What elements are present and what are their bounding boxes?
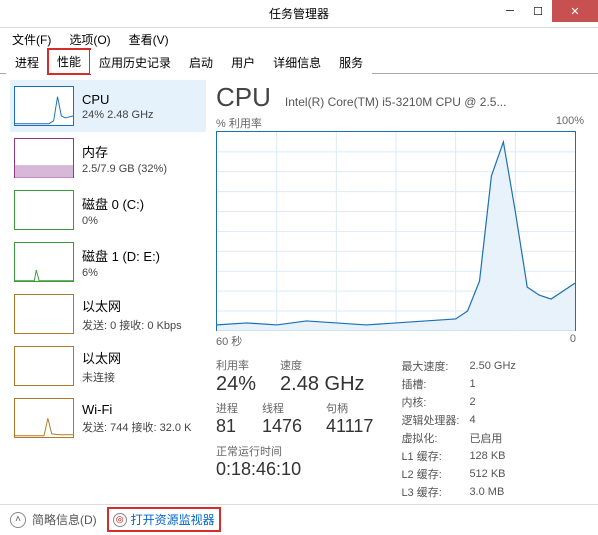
sidebar-item-sub: 2.5/7.9 GB (32%) [82, 163, 167, 175]
chart-xleft: 60 秒 [216, 333, 242, 349]
stat-uptime: 正常运行时间 0:18:46:10 [216, 443, 373, 480]
menu-file[interactable]: 文件(F) [4, 29, 59, 50]
close-button[interactable]: ✕ [552, 0, 598, 22]
sidebar-item-label: 磁盘 0 (C:) [82, 194, 144, 213]
sidebar-item-cpu[interactable]: CPU 24% 2.48 GHz [10, 80, 206, 132]
cpu-heading: CPU [216, 82, 271, 113]
disk-thumb-icon [14, 242, 74, 282]
tab-processes[interactable]: 进程 [6, 50, 48, 74]
tab-users[interactable]: 用户 [222, 50, 264, 74]
sidebar-item-label: 磁盘 1 (D: E:) [82, 246, 160, 265]
cpu-chart [216, 131, 576, 331]
sidebar-item-label: 以太网 [82, 296, 182, 315]
sidebar-item-sub: 0% [82, 215, 144, 227]
resource-monitor-icon: ◎ [113, 513, 127, 527]
tab-details[interactable]: 详细信息 [264, 50, 330, 74]
ethernet-thumb-icon [14, 346, 74, 386]
sidebar-item-ethernet0[interactable]: 以太网 发送: 0 接收: 0 Kbps [10, 288, 206, 340]
cpu-model: Intel(R) Core(TM) i5-3210M CPU @ 2.5... [285, 95, 584, 109]
sidebar-item-memory[interactable]: 内存 2.5/7.9 GB (32%) [10, 132, 206, 184]
sidebar-item-wifi[interactable]: Wi-Fi 发送: 744 接收: 32.0 K [10, 392, 206, 444]
stat-handles: 句柄 41117 [326, 400, 373, 437]
sidebar-item-label: 以太网 [82, 348, 121, 367]
stat-processes: 进程 81 [216, 400, 238, 437]
sidebar-item-label: Wi-Fi [82, 402, 191, 417]
sidebar-item-disk0[interactable]: 磁盘 0 (C:) 0% [10, 184, 206, 236]
sidebar-item-sub: 未连接 [82, 369, 121, 385]
chevron-up-icon: ˄ [10, 512, 26, 528]
sidebar-item-sub: 发送: 744 接收: 32.0 K [82, 419, 191, 435]
titlebar: 任务管理器 ─ ☐ ✕ [0, 0, 598, 28]
ethernet-thumb-icon [14, 294, 74, 334]
menu-options[interactable]: 选项(O) [61, 29, 118, 50]
tab-app-history[interactable]: 应用历史记录 [90, 50, 180, 74]
sidebar-item-label: CPU [82, 92, 154, 107]
stat-utilization: 利用率 24% [216, 357, 256, 396]
main-panel: CPU Intel(R) Core(TM) i5-3210M CPU @ 2.5… [210, 74, 598, 504]
sidebar-item-label: 内存 [82, 142, 167, 161]
sidebar-item-sub: 6% [82, 267, 160, 279]
fewer-details-button[interactable]: ˄ 简略信息(D) [10, 511, 97, 528]
stat-speed: 速度 2.48 GHz [280, 357, 364, 396]
tab-performance[interactable]: 性能 [48, 49, 90, 74]
tab-services[interactable]: 服务 [330, 50, 372, 74]
sidebar-item-sub: 24% 2.48 GHz [82, 109, 154, 121]
cpu-details-table: 最大速度:2.50 GHz 插槽:1 内核:2 逻辑处理器:4 虚拟化:已启用 … [401, 357, 521, 501]
chart-xright: 0 [570, 333, 576, 349]
sidebar-item-sub: 发送: 0 接收: 0 Kbps [82, 317, 182, 333]
wifi-thumb-icon [14, 398, 74, 438]
disk-thumb-icon [14, 190, 74, 230]
chart-ymax: 100% [556, 115, 584, 131]
sidebar-item-disk1[interactable]: 磁盘 1 (D: E:) 6% [10, 236, 206, 288]
stat-threads: 线程 1476 [262, 400, 302, 437]
minimize-button[interactable]: ─ [496, 0, 524, 22]
memory-thumb-icon [14, 138, 74, 178]
tabs: 进程 性能 应用历史记录 启动 用户 详细信息 服务 [0, 50, 598, 74]
sidebar: CPU 24% 2.48 GHz 内存 2.5/7.9 GB (32%) 磁盘 … [0, 74, 210, 504]
footer: ˄ 简略信息(D) ◎ 打开资源监视器 [0, 504, 598, 534]
window-controls: ─ ☐ ✕ [496, 0, 598, 22]
chart-ylabel: % 利用率 [216, 115, 262, 131]
sidebar-item-ethernet1[interactable]: 以太网 未连接 [10, 340, 206, 392]
cpu-thumb-icon [14, 86, 74, 126]
menubar: 文件(F) 选项(O) 查看(V) [0, 28, 598, 50]
window-title: 任务管理器 [269, 5, 329, 22]
open-resource-monitor-link[interactable]: ◎ 打开资源监视器 [113, 511, 215, 528]
menu-view[interactable]: 查看(V) [121, 29, 177, 50]
maximize-button[interactable]: ☐ [524, 0, 552, 22]
tab-startup[interactable]: 启动 [180, 50, 222, 74]
